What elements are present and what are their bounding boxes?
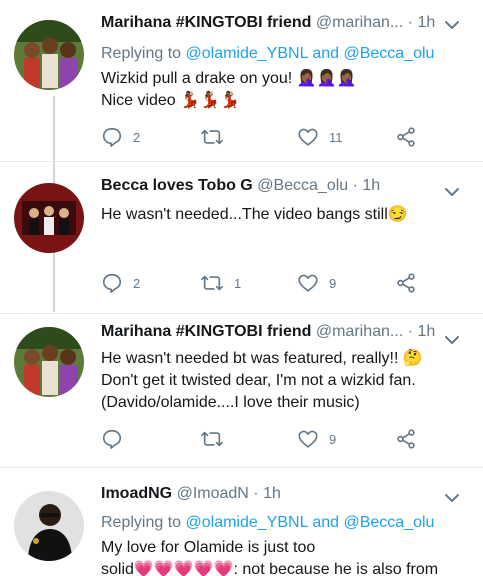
share-icon — [397, 429, 415, 449]
avatar[interactable] — [14, 183, 84, 253]
retweet-button[interactable] — [200, 125, 234, 149]
timestamp[interactable]: 1h — [417, 14, 435, 31]
separator-dot: · — [407, 14, 414, 31]
tweet-text: Wizkid pull a drake on you! 🤦🏾‍♀️🤦🏾‍♀️🤦🏾… — [101, 68, 471, 112]
tweet-text: He wasn't needed bt was featured, really… — [101, 348, 471, 414]
replying-to-users[interactable]: @olamide_YBNL and @Becca_olu — [186, 514, 435, 531]
retweet-icon — [201, 275, 223, 291]
separator-dot: · — [352, 177, 358, 194]
chevron-down-icon[interactable] — [441, 181, 463, 203]
avatar[interactable] — [14, 20, 84, 90]
retweet-count: 1 — [234, 275, 242, 291]
replying-to-prefix: Replying to — [101, 514, 186, 531]
tweet-4[interactable]: ImoadNG @ImoadN · 1h Replying to @olamid… — [0, 468, 483, 576]
timestamp[interactable]: 1h — [362, 177, 380, 194]
reply-icon — [102, 127, 122, 147]
tweet-header: ImoadNG @ImoadN · 1h — [101, 484, 281, 504]
tweet-text-line: solid💗💗💗💗💗: not because he is also from — [101, 561, 439, 576]
tweet-text: He wasn't needed...The video bangs still… — [101, 204, 471, 226]
timestamp[interactable]: 1h — [417, 323, 435, 340]
tweet-text: My love for Olamide is just too solid💗💗💗… — [101, 537, 471, 576]
replying-to-users[interactable]: @olamide_YBNL and @Becca_olu — [186, 45, 435, 62]
separator-dot: · — [407, 323, 414, 340]
like-button[interactable]: 11 — [297, 125, 343, 149]
retweet-icon — [201, 129, 223, 145]
reply-count: 2 — [133, 275, 141, 291]
user-handle[interactable]: @Becca_olu — [257, 177, 348, 194]
tweet-3[interactable]: Marihana #KINGTOBI friend @marihan... · … — [0, 314, 483, 466]
avatar[interactable] — [14, 491, 84, 561]
tweet-actions: 9 — [101, 427, 431, 451]
replying-to: Replying to @olamide_YBNL and @Becca_olu — [101, 43, 434, 65]
chevron-down-icon[interactable] — [441, 14, 463, 36]
share-icon — [397, 127, 415, 147]
retweet-button[interactable]: 1 — [200, 271, 241, 295]
like-count: 9 — [329, 431, 337, 447]
reply-button[interactable]: 2 — [101, 125, 140, 149]
tweet-text-line: Don't get it twisted dear, I'm not a wiz… — [101, 372, 416, 389]
share-button[interactable] — [395, 427, 417, 451]
tweet-header: Marihana #KINGTOBI friend @marihan... · … — [101, 13, 435, 33]
display-name[interactable]: Marihana #KINGTOBI friend — [101, 323, 311, 340]
reply-button[interactable] — [101, 427, 133, 451]
heart-icon — [298, 274, 318, 292]
user-handle[interactable]: @marihan... — [316, 14, 403, 31]
timestamp[interactable]: 1h — [263, 485, 281, 502]
tweet-header: Becca loves Tobo G @Becca_olu · 1h — [101, 176, 380, 196]
like-count: 11 — [329, 129, 343, 145]
reply-count: 2 — [133, 129, 141, 145]
reply-button[interactable]: 2 — [101, 271, 140, 295]
display-name[interactable]: ImoadNG — [101, 485, 172, 502]
tweet-actions: 2 1 9 — [101, 271, 431, 295]
heart-icon — [298, 128, 318, 146]
tweet-1[interactable]: Marihana #KINGTOBI friend @marihan... · … — [0, 0, 483, 160]
user-handle[interactable]: @ImoadN — [177, 485, 249, 502]
share-button[interactable] — [395, 271, 417, 295]
like-button[interactable]: 9 — [297, 427, 336, 451]
tweet-text-line: He wasn't needed bt was featured, really… — [101, 350, 423, 367]
separator-dot: · — [253, 485, 259, 502]
chevron-down-icon[interactable] — [441, 487, 463, 509]
display-name[interactable]: Marihana #KINGTOBI friend — [101, 14, 311, 31]
display-name[interactable]: Becca loves Tobo G — [101, 177, 253, 194]
tweet-actions: 2 11 — [101, 125, 431, 149]
user-handle[interactable]: @marihan... — [316, 323, 403, 340]
like-count: 9 — [329, 275, 337, 291]
retweet-button[interactable] — [200, 427, 234, 451]
share-icon — [397, 273, 415, 293]
tweet-text-line: My love for Olamide is just too — [101, 539, 316, 556]
heart-icon — [298, 430, 318, 448]
tweet-text-line: Wizkid pull a drake on you! 🤦🏾‍♀️🤦🏾‍♀️🤦🏾… — [101, 70, 357, 87]
tweet-text-line: He wasn't needed...The video bangs still… — [101, 206, 408, 223]
avatar[interactable] — [14, 327, 84, 397]
retweet-icon — [201, 431, 223, 447]
tweet-2[interactable]: Becca loves Tobo G @Becca_olu · 1h He wa… — [0, 162, 483, 312]
reply-icon — [102, 429, 122, 449]
reply-icon — [102, 273, 122, 293]
tweet-text-line: (Davido/olamide....I love their music) — [101, 394, 360, 411]
tweet-header: Marihana #KINGTOBI friend @marihan... · … — [101, 322, 435, 342]
tweet-text-line: Nice video 💃🏾💃🏾💃🏾 — [101, 92, 240, 109]
replying-to-prefix: Replying to — [101, 45, 186, 62]
share-button[interactable] — [395, 125, 417, 149]
replying-to: Replying to @olamide_YBNL and @Becca_olu — [101, 512, 434, 534]
like-button[interactable]: 9 — [297, 271, 336, 295]
